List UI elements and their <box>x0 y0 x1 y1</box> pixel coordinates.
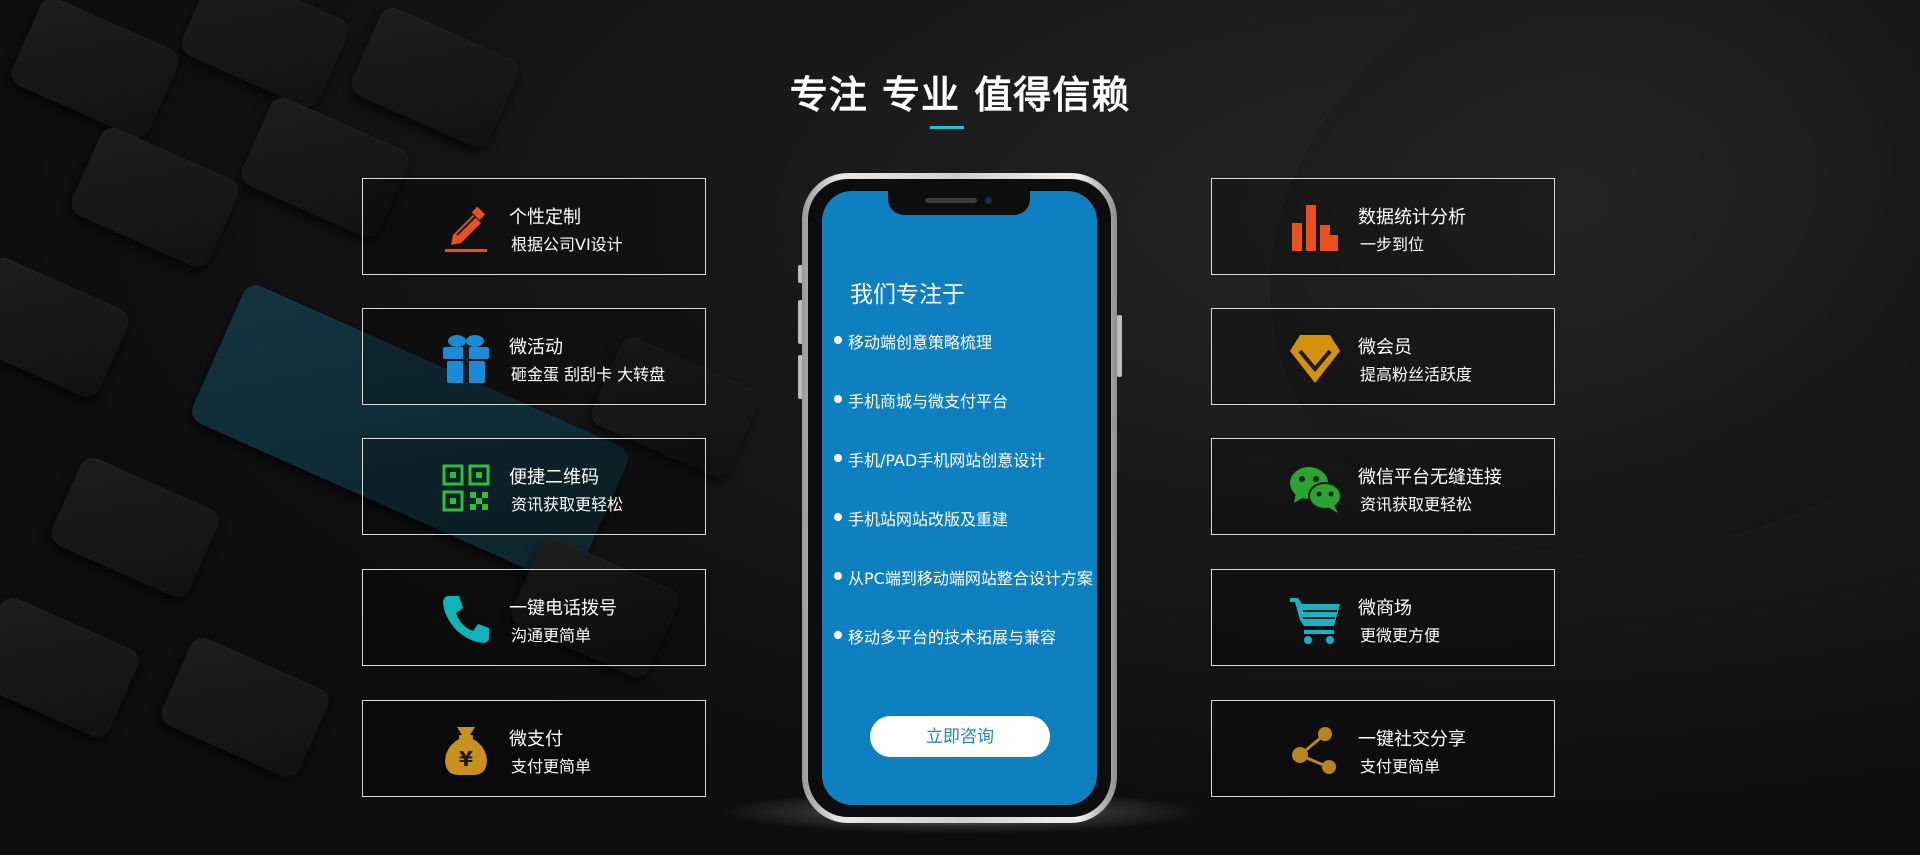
list-item: 从PC端到移动端网站整合设计方案 <box>834 565 1093 624</box>
diamond-icon <box>1290 335 1340 383</box>
feature-subtitle: 根据公司VI设计 <box>511 235 623 254</box>
focus-list: 移动端创意策略梳理 手机商城与微支付平台 手机/PAD手机网站创意设计 手机站网… <box>834 329 1093 683</box>
feature-title: 一键社交分享 <box>1358 729 1466 750</box>
feature-card-qrcode[interactable]: 便捷二维码 资讯获取更轻松 <box>362 438 706 535</box>
feature-card-activity[interactable]: 微活动 砸金蛋 刮刮卡 大转盘 <box>362 308 706 405</box>
money-bag-icon: ¥ <box>445 727 487 775</box>
share-icon <box>1292 727 1336 774</box>
feature-subtitle: 支付更简单 <box>511 757 592 776</box>
phone-power-button <box>1117 315 1122 377</box>
feature-card-call[interactable]: 一键电话拨号 沟通更简单 <box>362 569 706 666</box>
phone-heading: 我们专注于 <box>850 282 965 308</box>
bullet-dot <box>834 513 842 521</box>
wechat-icon <box>1290 467 1342 513</box>
feature-title: 数据统计分析 <box>1358 207 1466 228</box>
feature-card-share[interactable]: 一键社交分享 支付更简单 <box>1211 700 1555 797</box>
cart-icon <box>1290 598 1340 644</box>
list-item: 移动多平台的技术拓展与兼容 <box>834 624 1093 683</box>
list-item: 手机商城与微支付平台 <box>834 388 1093 447</box>
list-item-label: 手机/PAD手机网站创意设计 <box>848 451 1046 470</box>
feature-title: 微会员 <box>1358 337 1412 358</box>
list-item: 手机/PAD手机网站创意设计 <box>834 447 1093 506</box>
list-item-label: 从PC端到移动端网站整合设计方案 <box>848 569 1093 588</box>
feature-title: 便捷二维码 <box>509 467 599 488</box>
list-item-label: 手机站网站改版及重建 <box>848 510 1009 529</box>
list-item-label: 手机商城与微支付平台 <box>848 392 1009 411</box>
feature-subtitle: 更微更方便 <box>1360 626 1441 645</box>
feature-subtitle: 砸金蛋 刮刮卡 大转盘 <box>511 365 666 384</box>
bullet-dot <box>834 336 842 344</box>
pencil-icon <box>445 206 487 252</box>
feature-subtitle: 资讯获取更轻松 <box>1360 495 1473 514</box>
bullet-dot <box>834 454 842 462</box>
feature-subtitle: 支付更简单 <box>1360 757 1441 776</box>
feature-title: 微商场 <box>1358 598 1412 619</box>
gift-icon <box>443 335 489 383</box>
feature-title: 一键电话拨号 <box>509 598 617 619</box>
list-item: 移动端创意策略梳理 <box>834 329 1093 388</box>
feature-card-custom[interactable]: 个性定制 根据公司VI设计 <box>362 178 706 275</box>
feature-title: 微信平台无缝连接 <box>1358 467 1502 488</box>
phone-screen: 我们专注于 移动端创意策略梳理 手机商城与微支付平台 手机/PAD手机网站创意设… <box>822 191 1097 805</box>
feature-card-analytics[interactable]: 数据统计分析 一步到位 <box>1211 178 1555 275</box>
bullet-dot <box>834 572 842 580</box>
feature-subtitle: 一步到位 <box>1360 235 1425 254</box>
feature-title: 微活动 <box>509 337 563 358</box>
consult-now-button[interactable]: 立即咨询 <box>870 716 1050 757</box>
qrcode-icon <box>442 464 490 512</box>
page-title: 专注 专业 值得信赖 <box>789 73 1131 117</box>
feature-card-membership[interactable]: 微会员 提高粉丝活跃度 <box>1211 308 1555 405</box>
bullet-dot <box>834 631 842 639</box>
bar-chart-icon <box>1292 205 1338 251</box>
feature-card-wechat[interactable]: 微信平台无缝连接 资讯获取更轻松 <box>1211 438 1555 535</box>
feature-card-pay[interactable]: ¥ 微支付 支付更简单 <box>362 700 706 797</box>
list-item: 手机站网站改版及重建 <box>834 506 1093 565</box>
phone-camera <box>985 197 992 204</box>
feature-card-mall[interactable]: 微商场 更微更方便 <box>1211 569 1555 666</box>
feature-title: 微支付 <box>509 729 563 750</box>
feature-subtitle: 资讯获取更轻松 <box>511 495 624 514</box>
feature-subtitle: 沟通更简单 <box>511 626 592 645</box>
phone-speaker <box>925 198 977 203</box>
list-item-label: 移动多平台的技术拓展与兼容 <box>848 628 1057 647</box>
phone-icon <box>443 596 489 643</box>
feature-title: 个性定制 <box>509 207 581 228</box>
title-underline <box>930 126 964 129</box>
list-item-label: 移动端创意策略梳理 <box>848 333 993 352</box>
yuan-symbol: ¥ <box>459 747 473 771</box>
feature-subtitle: 提高粉丝活跃度 <box>1360 365 1473 384</box>
bullet-dot <box>834 395 842 403</box>
